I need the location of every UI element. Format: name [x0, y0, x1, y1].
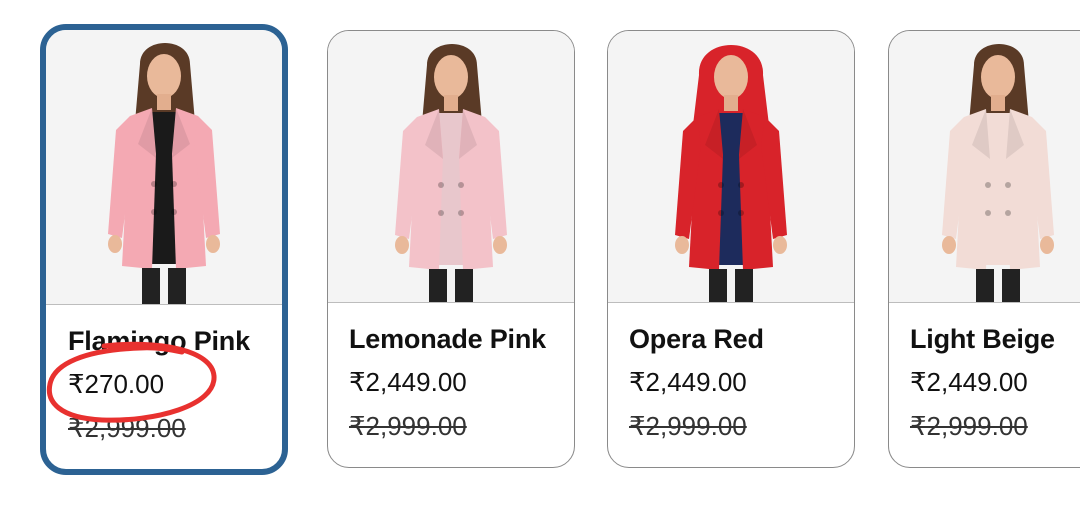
product-name: Light Beige [910, 324, 1055, 354]
product-card-flamingo-pink[interactable]: Flamingo Pink ₹270.00 ₹2,999.00 [40, 24, 288, 475]
product-image[interactable] [328, 31, 574, 303]
product-price: ₹270.00 [68, 369, 165, 399]
product-price: ₹2,449.00 [349, 367, 467, 397]
product-card-light-beige[interactable]: Light Beige ₹2,449.00 ₹2,999.00 [888, 30, 1080, 468]
product-price: ₹2,449.00 [910, 367, 1028, 397]
product-card-opera-red[interactable]: Opera Red ₹2,449.00 ₹2,999.00 [607, 30, 855, 468]
product-name: Flamingo Pink [68, 326, 250, 356]
model-illustration [108, 43, 220, 304]
product-price: ₹2,449.00 [629, 367, 747, 397]
product-original-price: ₹2,999.00 [629, 411, 747, 441]
model-illustration [675, 45, 787, 302]
product-original-price: ₹2,999.00 [68, 413, 186, 443]
model-illustration [942, 44, 1054, 302]
product-name: Lemonade Pink [349, 324, 546, 354]
product-image[interactable] [889, 31, 1080, 303]
product-image[interactable] [608, 31, 854, 303]
product-original-price: ₹2,999.00 [910, 411, 1028, 441]
model-illustration [395, 44, 507, 302]
product-image[interactable] [46, 30, 282, 305]
product-original-price: ₹2,999.00 [349, 411, 467, 441]
product-card-lemonade-pink[interactable]: Lemonade Pink ₹2,449.00 ₹2,999.00 [327, 30, 575, 468]
product-name: Opera Red [629, 324, 764, 354]
